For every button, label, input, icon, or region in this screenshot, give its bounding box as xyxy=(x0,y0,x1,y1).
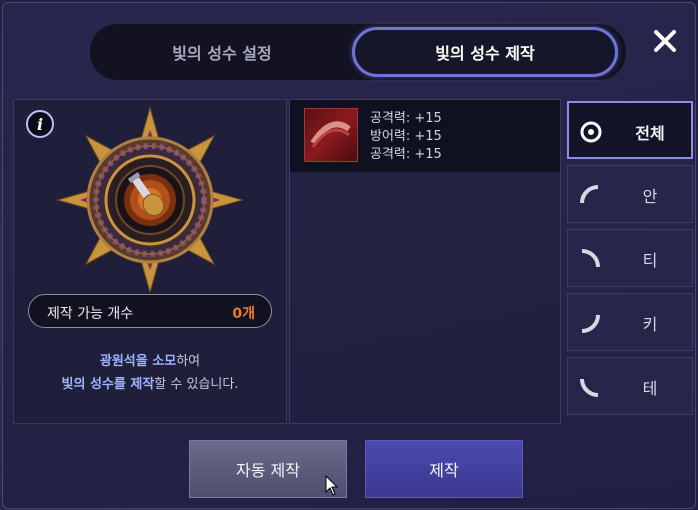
stat-line: 공격력: +15 xyxy=(370,147,442,162)
stat-line: 공격력: +15 xyxy=(370,111,442,126)
stat-line: 방어력: +15 xyxy=(370,129,442,144)
filter-all[interactable]: 전체 xyxy=(567,101,693,159)
filter-ki[interactable]: 키 xyxy=(567,293,693,351)
craftable-count-value: 0개 xyxy=(232,306,255,322)
crafting-window: 빛의 성수 설정 빛의 성수 제작 i 제작 가능 개수 0개 광원석을 소모하… xyxy=(2,2,696,509)
craftable-count-label: 제작 가능 개수 xyxy=(47,306,134,322)
description-text-1: 하여 xyxy=(176,354,201,369)
emblem-panel: i 제작 가능 개수 0개 광원석을 소모하여 빛의 성수를 제작할 수 있습니… xyxy=(13,99,287,424)
craft-button[interactable]: 제작 xyxy=(365,440,523,498)
filter-label: 티 xyxy=(642,251,658,270)
filter-label: 전체 xyxy=(635,124,665,143)
arc-bottom-right-icon xyxy=(581,314,600,333)
filter-an[interactable]: 안 xyxy=(567,165,693,223)
arc-top-left-icon xyxy=(580,185,599,204)
holy-water-emblem xyxy=(56,106,244,292)
description-highlight-1: 광원석을 소모 xyxy=(99,354,177,369)
description-text-2: 할 수 있습니다. xyxy=(154,377,239,392)
item-stats: 공격력: +15 방어력: +15 공격력: +15 xyxy=(370,110,442,164)
holy-water-item-icon xyxy=(304,108,358,162)
crafting-description: 광원석을 소모하여 빛의 성수를 제작할 수 있습니다. xyxy=(14,350,286,396)
filter-label: 키 xyxy=(642,315,658,334)
description-highlight-2: 빛의 성수를 제작 xyxy=(61,377,155,392)
craftable-count-bar: 제작 가능 개수 0개 xyxy=(28,294,272,328)
full-circle-icon xyxy=(580,121,602,143)
tab-bar: 빛의 성수 설정 빛의 성수 제작 xyxy=(89,23,627,81)
arc-top-right-icon xyxy=(581,249,600,268)
tab-holy-water-crafting[interactable]: 빛의 성수 제작 xyxy=(352,27,618,77)
filter-label: 테 xyxy=(642,379,658,398)
auto-craft-button[interactable]: 자동 제작 xyxy=(189,440,347,498)
close-icon xyxy=(654,30,676,52)
tab-holy-water-settings[interactable]: 빛의 성수 설정 xyxy=(96,27,348,77)
info-icon[interactable]: i xyxy=(26,110,54,138)
arc-bottom-left-icon xyxy=(580,378,599,397)
list-item[interactable]: 공격력: +15 방어력: +15 공격력: +15 xyxy=(290,100,560,172)
mouse-cursor-icon xyxy=(325,475,339,496)
filter-te[interactable]: 테 xyxy=(567,357,693,415)
filter-label: 안 xyxy=(642,187,658,206)
filter-ti[interactable]: 티 xyxy=(567,229,693,287)
item-list: 공격력: +15 방어력: +15 공격력: +15 xyxy=(289,99,561,424)
close-button[interactable] xyxy=(647,23,683,59)
